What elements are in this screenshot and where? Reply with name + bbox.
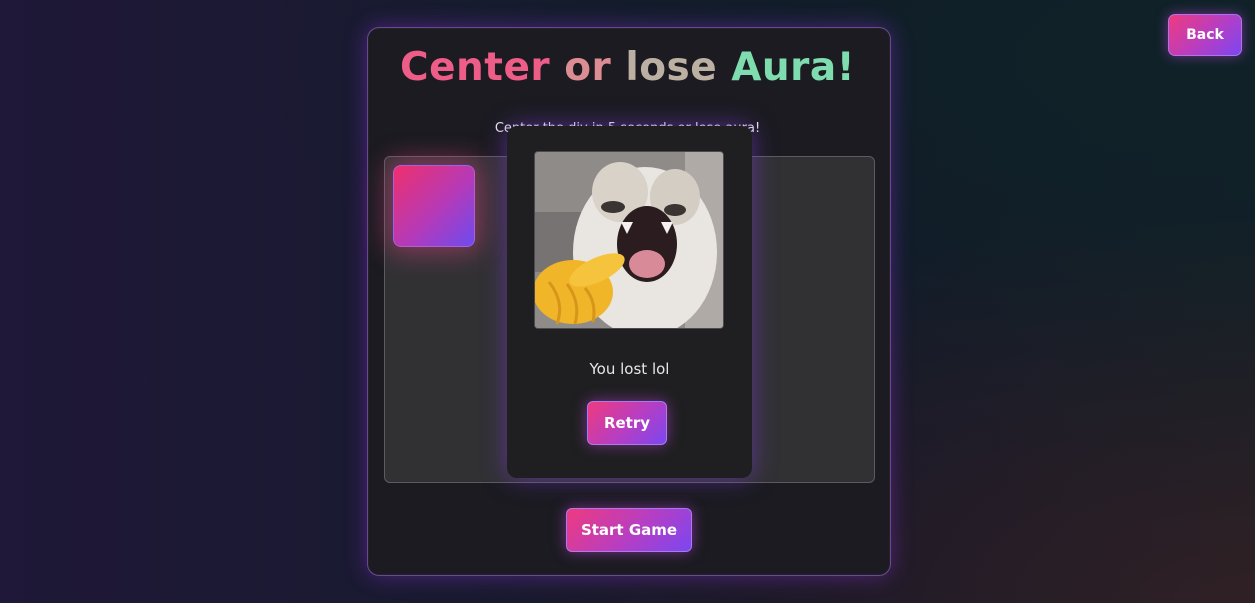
screaming-cat-icon <box>535 152 723 328</box>
lose-message: You lost lol <box>589 360 670 378</box>
draggable-square[interactable] <box>393 165 475 247</box>
title-word-or: or <box>564 45 612 90</box>
meme-image <box>534 151 724 329</box>
title-word-center: Center <box>399 45 551 90</box>
title-word-lose: lose <box>625 45 718 90</box>
title-word-aura: Aura! <box>731 45 856 90</box>
start-game-button[interactable]: Start Game <box>566 508 692 552</box>
page-title: Center or lose Aura! <box>0 48 1255 87</box>
retry-button[interactable]: Retry <box>587 401 667 445</box>
